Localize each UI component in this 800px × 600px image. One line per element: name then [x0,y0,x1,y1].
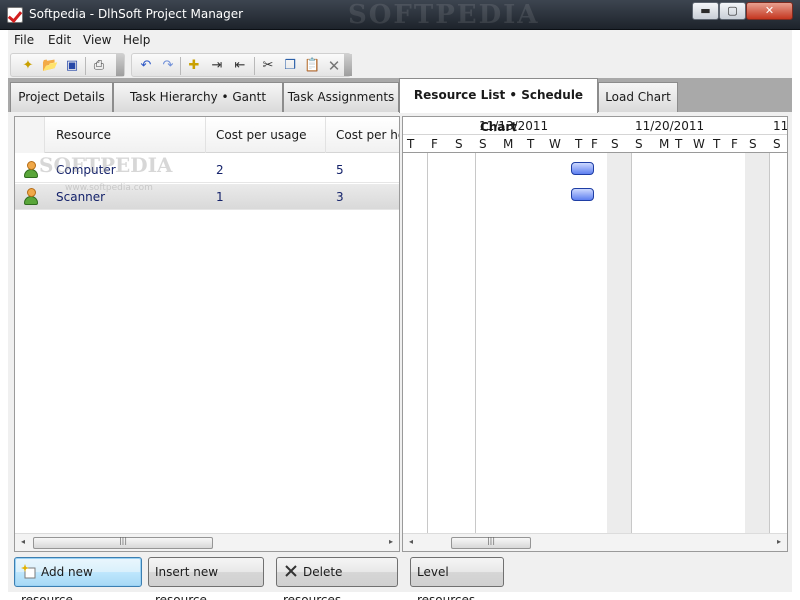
title-watermark: SOFTPEDIA [348,0,540,30]
menu-file[interactable]: File [14,33,34,47]
weekend-shade [745,153,769,535]
day-label: F [591,137,598,151]
schedule-day-header: T F S S M T W T F S S M T W T F S S [403,135,787,153]
new-icon[interactable]: ✦ [20,58,36,74]
level-resources-button[interactable]: Level resources [410,557,504,600]
allocation-bar-computer[interactable] [571,162,594,175]
scroll-left-arrow[interactable]: ◂ [17,536,29,548]
redo-icon[interactable]: ↷ [160,58,176,74]
day-label: M [659,137,670,151]
menu-bar: File Edit View Help [8,30,792,52]
menu-view[interactable]: View [83,33,111,47]
day-label: F [731,137,738,151]
tab-content: Resource Cost per usage Cost per hour Co… [8,112,792,600]
cell-cost-per-usage[interactable]: 1 [206,184,326,210]
day-label: W [693,137,705,151]
grid-line [427,135,428,535]
cut-icon[interactable]: ✂ [260,58,276,74]
cell-cost-per-hour[interactable]: 3 [326,184,399,210]
day-label: S [455,137,463,151]
maximize-button[interactable]: ▢ [719,2,746,20]
tab-task-hierarchy-gantt[interactable]: Task Hierarchy • Gantt Chart [113,82,283,132]
day-label: T [407,137,415,151]
menu-edit[interactable]: Edit [48,33,71,47]
tab-load-chart[interactable]: Load Chart [598,82,678,112]
toolbar-group-edit: ↶ ↷ ✚ ⇥ ⇤ ✂ ❐ 📋 ✕ [131,53,352,77]
open-icon[interactable]: 📂 [42,58,58,74]
menu-help[interactable]: Help [123,33,150,47]
resource-person-icon [23,161,39,179]
insert-new-resource-label: Insert new resource [155,565,219,600]
softpedia-watermark-url: www.softpedia.com [65,183,153,193]
level-resources-label: Level resources [417,565,476,600]
scroll-left-arrow[interactable]: ◂ [405,536,417,548]
week-label: 11/ [773,119,788,133]
copy-icon[interactable]: ❐ [282,58,298,74]
weekend-shade [607,153,631,535]
cell-cost-per-hour[interactable]: 5 [326,157,399,183]
day-label: F [431,137,438,151]
undo-icon[interactable]: ↶ [138,58,154,74]
toolbar-separator [180,57,181,75]
resource-grid: Resource Cost per usage Cost per hour Co… [14,116,400,552]
toolbar-separator [85,57,86,75]
add-resource-icon [21,561,37,579]
scroll-right-arrow[interactable]: ▸ [773,536,785,548]
schedule-horizontal-scrollbar[interactable]: ◂ ▸ [403,533,787,551]
resource-person-icon [23,188,39,206]
tab-strip: Project Details Task Hierarchy • Gantt C… [8,78,792,134]
toolbar: ✦ 📂 ▣ ⎙ ↶ ↷ ✚ ⇥ ⇤ ✂ ❐ 📋 ✕ [8,52,792,78]
day-label: S [749,137,757,151]
tab-project-details[interactable]: Project Details [10,82,113,112]
delete-resources-button[interactable]: Delete resources [276,557,398,600]
week-label: 11/20/2011 [635,119,705,133]
toolbar-grip[interactable] [116,54,124,76]
softpedia-watermark: SOFTPEDIA [39,153,173,177]
save-icon[interactable]: ▣ [64,58,80,74]
toolbar-group-file: ✦ 📂 ▣ ⎙ [10,53,125,77]
cell-cost-per-usage[interactable]: 2 [206,157,326,183]
week-line [475,117,476,535]
delete-x-icon [283,561,299,577]
grid-corner [15,117,45,153]
allocation-bar-scanner[interactable] [571,188,594,201]
grid-horizontal-scrollbar[interactable]: ◂ ▸ [15,533,399,551]
column-header-resource[interactable]: Resource [46,117,206,153]
title-bar: SOFTPEDIA Softpedia - DlhSoft Project Ma… [0,0,800,30]
tab-resource-list-schedule[interactable]: Resource List • Schedule Chart [399,78,598,134]
schedule-chart: 11/13/2011 11/20/2011 11/ T F S S M T W … [402,116,788,552]
indent-icon[interactable]: ⇥ [209,58,225,74]
paste-icon[interactable]: 📋 [304,58,320,74]
scroll-thumb[interactable] [33,537,213,549]
day-label: W [549,137,561,151]
day-label: S [635,137,643,151]
week-line [631,117,632,535]
add-task-icon[interactable]: ✚ [186,58,202,74]
schedule-week-header: 11/13/2011 11/20/2011 11/ [403,117,788,135]
day-label: S [773,137,781,151]
tab-task-assignments[interactable]: Task Assignments [283,82,399,112]
column-header-cost-per-hour[interactable]: Cost per hour [326,117,399,153]
minimize-button[interactable]: ▬ [692,2,719,20]
app-icon [7,7,23,23]
column-header-cost-per-usage[interactable]: Cost per usage [206,117,326,153]
toolbar-grip[interactable] [344,54,352,76]
day-label: S [611,137,619,151]
close-button[interactable]: ✕ [746,2,793,20]
scroll-thumb[interactable] [451,537,531,549]
day-label: T [675,137,683,151]
week-line [769,117,770,535]
insert-new-resource-button[interactable]: Insert new resource [148,557,264,600]
scroll-right-arrow[interactable]: ▸ [385,536,397,548]
add-new-resource-button[interactable]: Add new resource [14,557,142,600]
day-label: T [527,137,535,151]
outdent-icon[interactable]: ⇤ [232,58,248,74]
print-icon[interactable]: ⎙ [91,58,107,74]
window-title: Softpedia - DlhSoft Project Manager [29,7,244,21]
delete-icon[interactable]: ✕ [326,58,342,74]
toolbar-separator [254,57,255,75]
day-label: T [713,137,721,151]
day-label: T [575,137,583,151]
grid-header: Resource Cost per usage Cost per hour [15,117,399,153]
